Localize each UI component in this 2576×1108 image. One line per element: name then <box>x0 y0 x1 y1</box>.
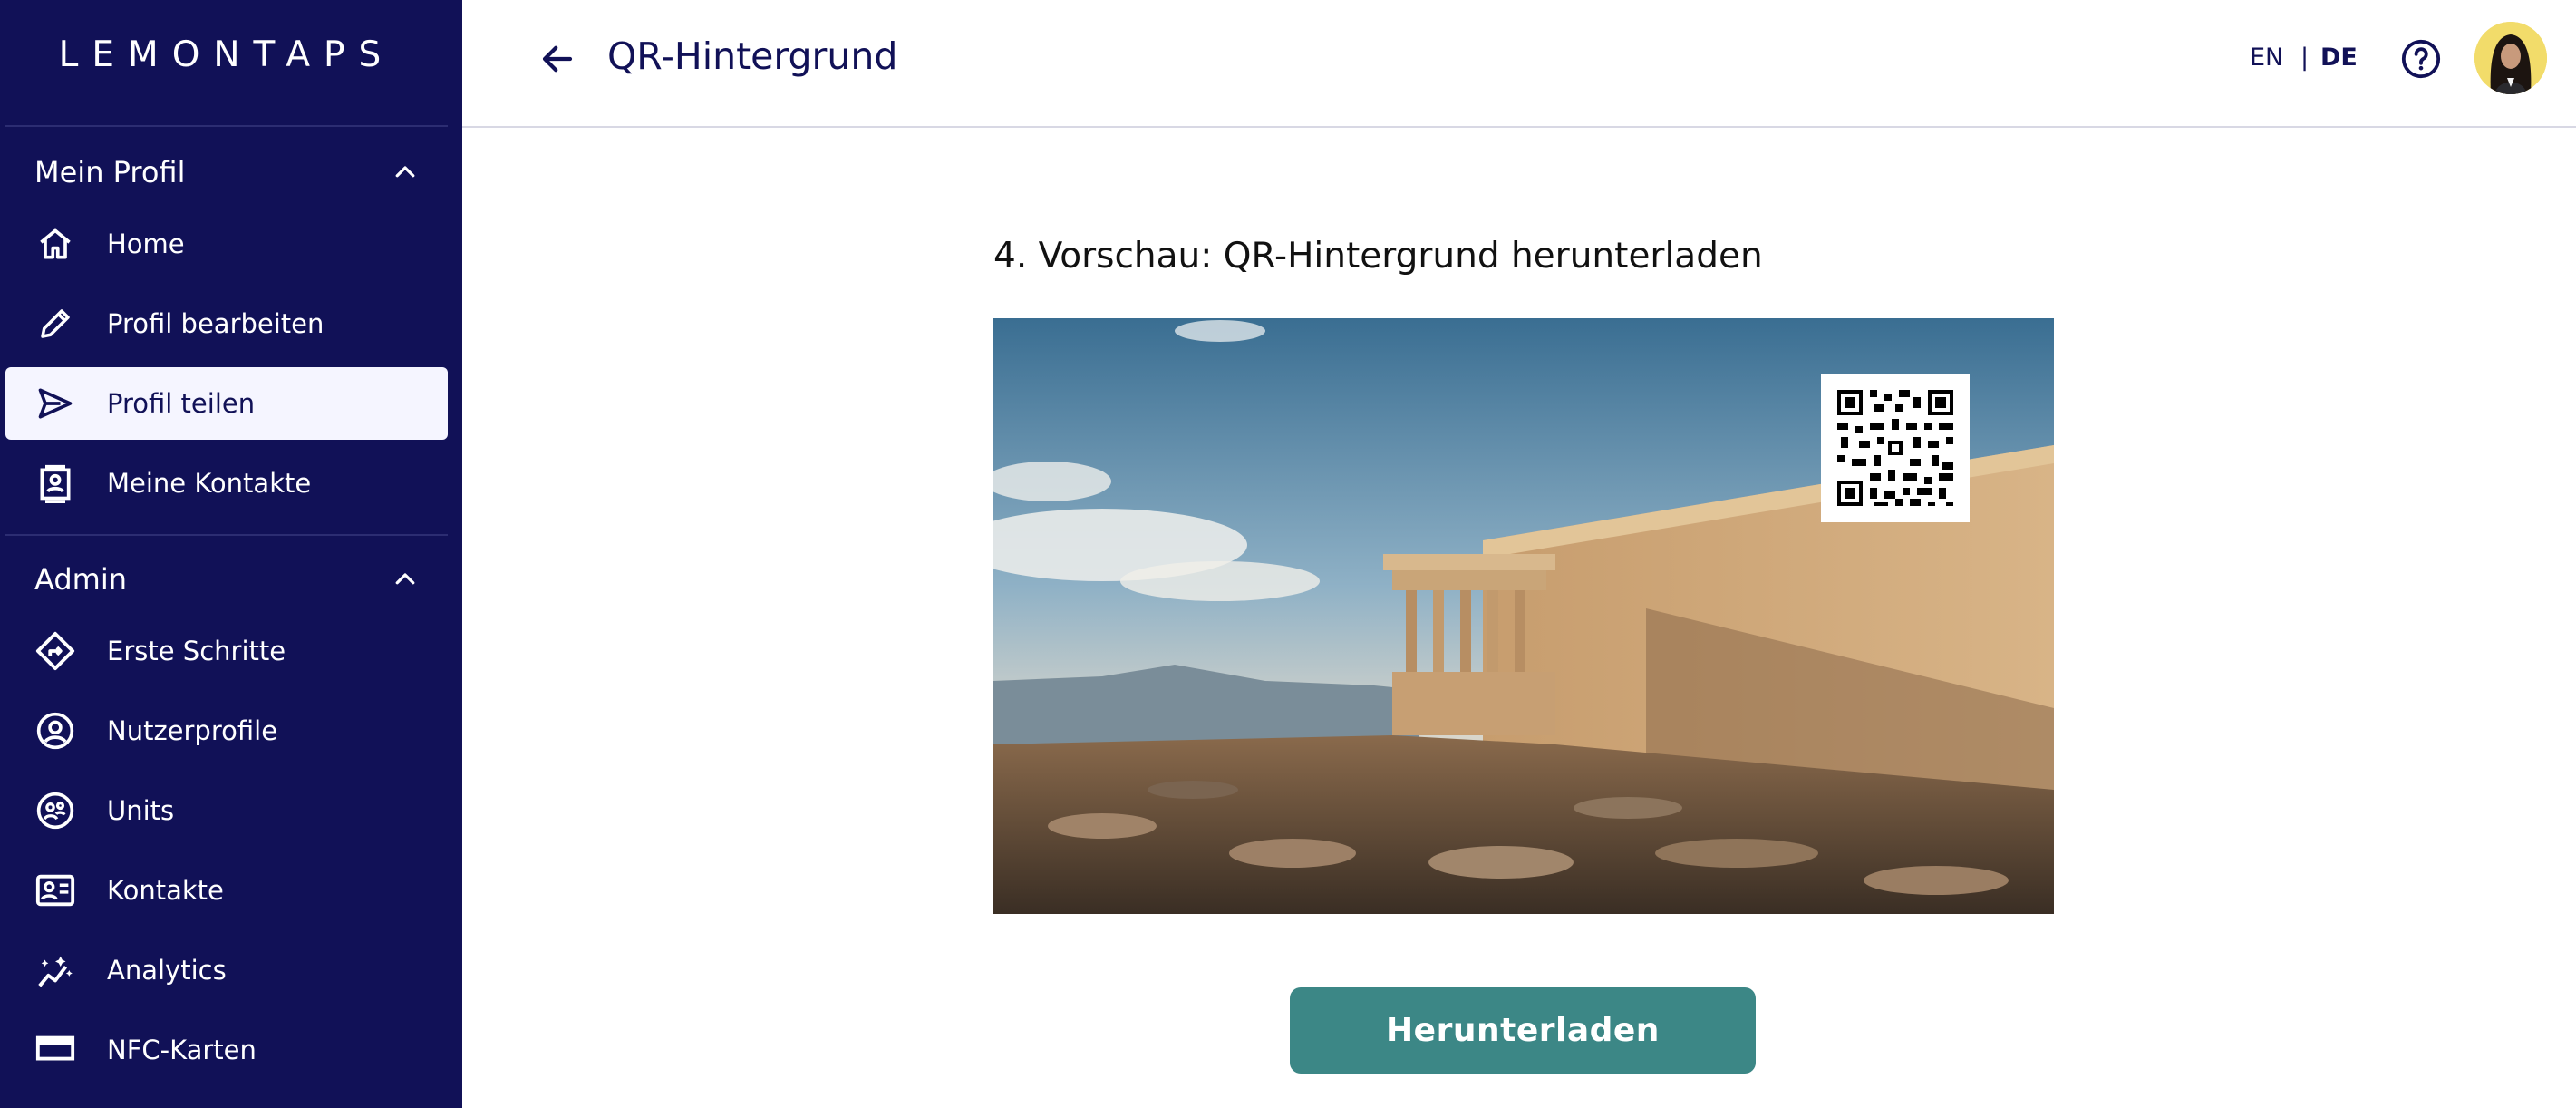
send-icon <box>34 383 76 424</box>
sidebar-item-home[interactable]: Home <box>5 208 448 280</box>
back-arrow-icon[interactable] <box>535 40 580 78</box>
section-title: 4. Vorschau: QR-Hintergrund herunterlade… <box>993 236 1763 277</box>
qr-code <box>1821 374 1970 522</box>
sidebar-item-erste-schritte[interactable]: Erste Schritte <box>5 615 448 687</box>
language-de-link[interactable]: DE <box>2320 44 2358 72</box>
language-separator: | <box>2300 44 2310 72</box>
sidebar-item-label: Profil bearbeiten <box>107 308 324 339</box>
card-icon <box>34 1029 76 1071</box>
directions-icon <box>34 630 76 672</box>
section-title-mein-profil: Mein Profil <box>34 155 186 190</box>
user-circle-icon <box>34 710 76 752</box>
sidebar-item-label: Nutzerprofile <box>107 715 278 746</box>
sidebar-item-label: NFC-Karten <box>107 1035 257 1065</box>
sidebar-item-nutzerprofile[interactable]: Nutzerprofile <box>5 695 448 767</box>
sidebar-item-label: Units <box>107 795 175 826</box>
home-icon <box>34 223 76 265</box>
sidebar: LEMONTAPS Mein Profil Home Profil bearbe… <box>0 0 462 1108</box>
sidebar-item-nfc-karten[interactable]: NFC-Karten <box>5 1014 448 1086</box>
sidebar-item-label: Erste Schritte <box>107 636 286 666</box>
download-button[interactable]: Herunterladen <box>1290 987 1756 1074</box>
chevron-up-icon[interactable] <box>392 159 419 186</box>
page-title: QR-Hintergrund <box>607 34 898 78</box>
section-title-admin: Admin <box>34 562 127 597</box>
sidebar-item-kontakte[interactable]: Kontakte <box>5 854 448 927</box>
units-icon <box>34 790 76 831</box>
sidebar-item-label: Meine Kontakte <box>107 468 312 499</box>
language-en-link[interactable]: EN <box>2250 44 2283 72</box>
sidebar-divider <box>5 534 448 536</box>
sidebar-divider <box>5 125 448 127</box>
sidebar-item-label: Analytics <box>107 955 227 986</box>
contact-card-icon <box>34 870 76 911</box>
sidebar-item-units[interactable]: Units <box>5 774 448 847</box>
sidebar-item-label: Profil teilen <box>107 388 256 419</box>
sidebar-item-meine-kontakte[interactable]: Meine Kontakte <box>5 447 448 520</box>
sidebar-item-analytics[interactable]: Analytics <box>5 934 448 1006</box>
user-avatar[interactable] <box>2474 22 2547 94</box>
section-header-admin[interactable]: Admin <box>34 557 415 602</box>
chevron-up-icon[interactable] <box>392 566 419 593</box>
pencil-icon <box>34 303 76 345</box>
section-header-mein-profil[interactable]: Mein Profil <box>34 150 415 195</box>
analytics-icon <box>34 949 76 991</box>
sidebar-item-profil-teilen[interactable]: Profil teilen <box>5 367 448 440</box>
top-bar: QR-Hintergrund EN | DE <box>462 0 2576 128</box>
sidebar-item-label: Kontakte <box>107 875 224 906</box>
contacts-icon <box>34 462 76 504</box>
help-icon[interactable] <box>2400 38 2442 80</box>
sidebar-item-profil-bearbeiten[interactable]: Profil bearbeiten <box>5 287 448 360</box>
app-logo[interactable]: LEMONTAPS <box>0 34 453 75</box>
sidebar-item-label: Home <box>107 228 185 259</box>
